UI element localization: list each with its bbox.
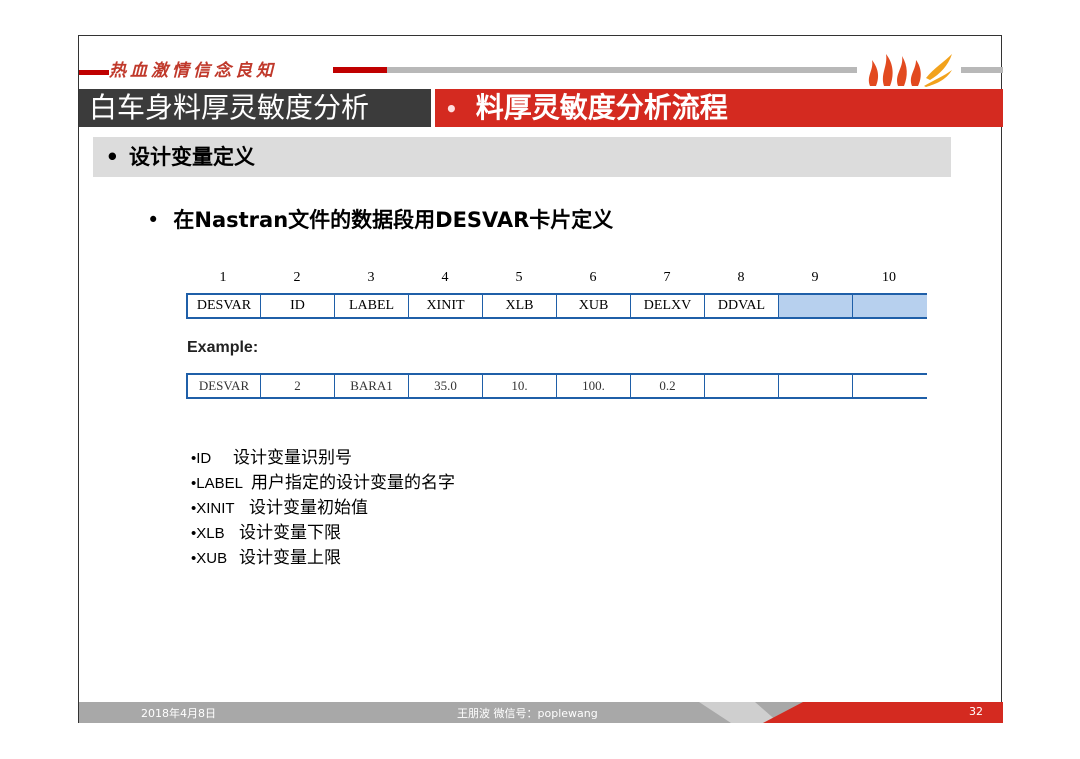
example-cell: 35.0 xyxy=(408,375,482,397)
definition-item: •ID 设计变量识别号 xyxy=(191,446,455,471)
bullet-icon: • xyxy=(445,97,458,121)
field-number-row: 1 2 3 4 5 6 7 8 9 10 xyxy=(186,270,926,288)
example-cell: 0.2 xyxy=(630,375,704,397)
slide: 热血激情信念良知 白车身料厚灵敏度分析 • 料厚灵敏度分析流程 • 设计变量定义 •… xyxy=(78,35,1003,723)
field-number: 8 xyxy=(737,270,745,285)
field-number: 3 xyxy=(367,270,375,285)
definition-text: 设计变量上限 xyxy=(239,548,341,568)
example-cell-empty xyxy=(704,375,778,397)
example-cell: 2 xyxy=(260,375,334,397)
footer-date: 2018年4月8日 xyxy=(141,707,216,720)
footer-bar: 2018年4月8日 王朋波 微信号：poplewang 32 xyxy=(79,702,1003,723)
bullet-icon: • xyxy=(147,208,160,232)
format-cell: XUB xyxy=(556,295,630,317)
example-cell: BARA1 xyxy=(334,375,408,397)
definition-term: •XINIT xyxy=(191,500,235,517)
footer-red-wedge xyxy=(763,702,1003,723)
definition-text: 用户指定的设计变量的名字 xyxy=(251,473,455,493)
definition-text: 设计变量识别号 xyxy=(233,448,352,468)
footer-author: 王朋波 微信号：poplewang xyxy=(457,707,598,720)
slogan: 热血激情信念良知 xyxy=(109,61,277,81)
example-cell: DESVAR xyxy=(186,375,260,397)
definition-term: •XUB xyxy=(191,550,228,567)
definition-term: •XLB xyxy=(191,525,225,542)
format-cell: DESVAR xyxy=(186,295,260,317)
footer-decoration xyxy=(699,702,779,723)
definition-text: 设计变量初始值 xyxy=(249,498,368,518)
section-header: • 设计变量定义 xyxy=(93,137,951,177)
subheading-text: 在Nastran文件的数据段用DESVAR卡片定义 xyxy=(173,208,614,232)
banner-red-stripe-2 xyxy=(333,67,387,73)
desvar-example-row: DESVAR 2 BARA1 35.0 10. 100. 0.2 xyxy=(186,373,927,399)
page-number: 32 xyxy=(969,705,983,718)
field-number: 4 xyxy=(441,270,449,285)
example-label: Example: xyxy=(187,339,259,356)
definition-term: •LABEL xyxy=(191,475,243,492)
definition-text: 设计变量下限 xyxy=(239,523,341,543)
example-cell-empty xyxy=(778,375,852,397)
format-cell-empty xyxy=(778,295,852,317)
slide-title: 白车身料厚灵敏度分析 xyxy=(79,89,431,127)
definition-item: •XUB 设计变量上限 xyxy=(191,546,455,571)
definition-item: •XLB 设计变量下限 xyxy=(191,521,455,546)
format-cell: XINIT xyxy=(408,295,482,317)
flame-logo-icon xyxy=(868,54,952,87)
format-cell-empty xyxy=(852,295,927,317)
desvar-format-row: DESVAR ID LABEL XINIT XLB XUB DELXV DDVA… xyxy=(186,293,927,319)
format-cell: DELXV xyxy=(630,295,704,317)
section-title: 设计变量定义 xyxy=(129,145,255,169)
format-cell: ID xyxy=(260,295,334,317)
example-cell: 100. xyxy=(556,375,630,397)
field-number: 9 xyxy=(811,270,819,285)
slide-subtitle-bar: • 料厚灵敏度分析流程 xyxy=(435,89,1003,127)
definition-item: •LABEL 用户指定的设计变量的名字 xyxy=(191,471,455,496)
example-cell-empty xyxy=(852,375,927,397)
banner-gray-stripe xyxy=(387,67,857,73)
format-cell: XLB xyxy=(482,295,556,317)
field-number: 5 xyxy=(515,270,523,285)
bullet-icon: • xyxy=(105,145,119,169)
field-number: 6 xyxy=(589,270,597,285)
field-number: 1 xyxy=(219,270,227,285)
format-cell: LABEL xyxy=(334,295,408,317)
banner-red-stripe xyxy=(79,70,109,75)
field-number: 10 xyxy=(882,270,896,285)
field-number: 7 xyxy=(663,270,671,285)
format-cell: DDVAL xyxy=(704,295,778,317)
definition-item: •XINIT 设计变量初始值 xyxy=(191,496,455,521)
banner-gray-stripe-2 xyxy=(961,67,1003,73)
subheading: • 在Nastran文件的数据段用DESVAR卡片定义 xyxy=(147,204,613,234)
example-cell: 10. xyxy=(482,375,556,397)
definition-list: •ID 设计变量识别号 •LABEL 用户指定的设计变量的名字 •XINIT 设计变量… xyxy=(191,446,455,571)
field-number: 2 xyxy=(293,270,301,285)
definition-term: •ID xyxy=(191,450,212,467)
slide-subtitle: 料厚灵敏度分析流程 xyxy=(475,91,728,124)
